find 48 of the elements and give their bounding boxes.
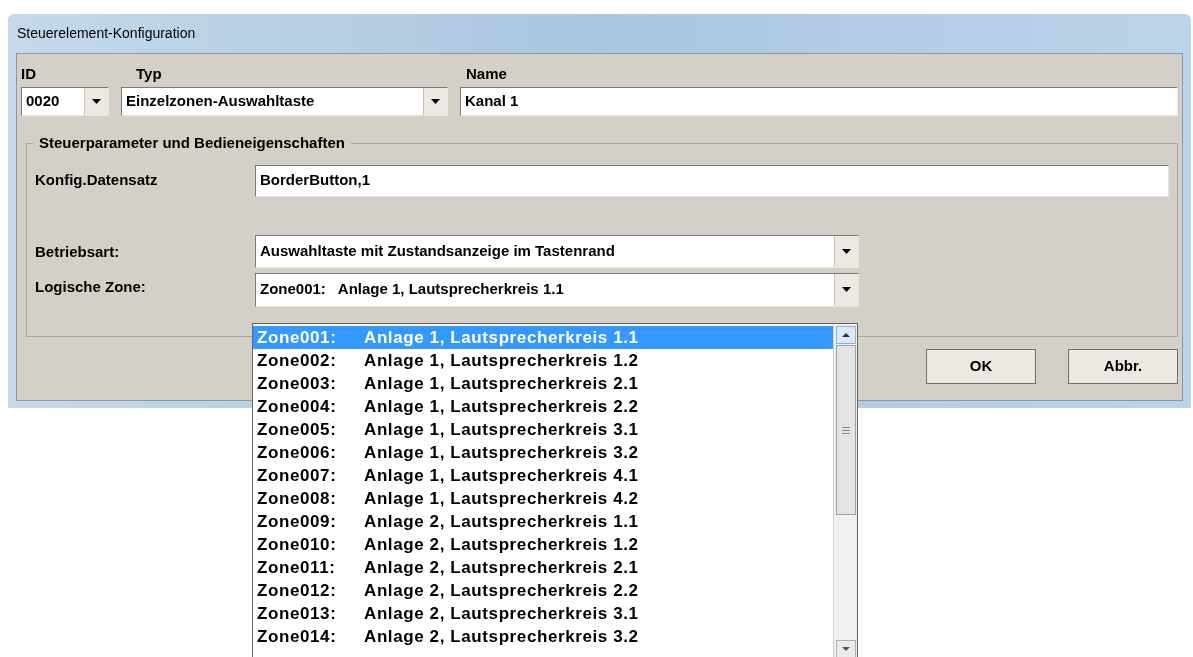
scrollbar[interactable] — [833, 324, 857, 657]
dropdown-arrow-button[interactable] — [423, 88, 447, 115]
config-input-field[interactable]: BorderButton,1 — [255, 164, 1169, 197]
up-arrow-icon — [841, 333, 850, 337]
dropdown-value: Zone001: Anlage 1, Lautsprecherkreis 1.1 — [260, 279, 564, 300]
zone-option[interactable]: Zone014: Anlage 2, Lautsprecherkreis 3.2 — [253, 625, 833, 648]
field-label: Betriebsart: — [35, 241, 121, 262]
field-label: Name — [466, 63, 507, 84]
field-label: Konfig.Datensatz — [35, 170, 159, 191]
zone-option[interactable]: Zone006: Anlage 1, Lautsprecherkreis 3.2 — [253, 441, 833, 464]
type-dropdown[interactable]: Einzelzonen-Auswahltaste — [121, 87, 448, 116]
zone-option[interactable]: Zone012: Anlage 2, Lautsprecherkreis 2.2 — [253, 579, 833, 602]
caret-icon — [92, 99, 101, 104]
scroll-up-button[interactable] — [835, 326, 856, 344]
zone-option[interactable]: Zone009: Anlage 2, Lautsprecherkreis 1.1 — [253, 510, 833, 533]
dropdown-value: 0020 — [26, 91, 60, 112]
zone-option[interactable]: Zone003: Anlage 1, Lautsprecherkreis 2.1 — [253, 372, 833, 395]
field-label: Typ — [136, 63, 163, 84]
zone-option[interactable]: Zone008: Anlage 1, Lautsprecherkreis 4.2 — [253, 487, 833, 510]
dialog-button[interactable]: OK — [926, 349, 1036, 384]
name-input-field[interactable]: Kanal 1 — [460, 87, 1178, 116]
caret-icon — [431, 99, 440, 104]
zone-option[interactable]: Zone010: Anlage 2, Lautsprecherkreis 1.2 — [253, 533, 833, 556]
scroll-down-button[interactable] — [835, 640, 856, 657]
id-dropdown[interactable]: 0020 — [21, 87, 109, 116]
caret-icon — [842, 287, 851, 292]
field-label: Logische Zone: — [35, 276, 147, 297]
zone-option[interactable]: Zone011: Anlage 2, Lautsprecherkreis 2.1 — [253, 556, 833, 579]
field-label: ID — [21, 63, 37, 84]
dropdown-arrow-button[interactable] — [834, 273, 858, 306]
grip-icon — [841, 426, 850, 434]
group-title: Steuerparameter und Bedieneigenschaften — [38, 133, 346, 153]
dialog-button[interactable]: Abbr. — [1068, 349, 1178, 384]
dropdown-value: Auswahltaste mit Zustandsanzeige im Tastenrand — [260, 240, 615, 261]
dropdown-arrow-button[interactable] — [834, 235, 858, 267]
zone-option[interactable]: Zone002: Anlage 1, Lautsprecherkreis 1.2 — [253, 349, 833, 372]
zone-option[interactable]: Zone007: Anlage 1, Lautsprecherkreis 4.1 — [253, 464, 833, 487]
caret-icon — [842, 248, 851, 254]
mode-dropdown[interactable]: Auswahltaste mit Zustandsanzeige im Tastenrand — [255, 234, 859, 268]
scroll-thumb[interactable] — [835, 345, 856, 515]
zone-option[interactable]: Zone005: Anlage 1, Lautsprecherkreis 3.1 — [253, 418, 833, 441]
dropdown-arrow-button[interactable] — [84, 88, 108, 115]
down-arrow-icon — [841, 647, 850, 651]
window-title: Steuerelement-Konfiguration — [16, 24, 196, 43]
zone-option[interactable]: Zone004: Anlage 1, Lautsprecherkreis 2.2 — [253, 395, 833, 418]
zone-option[interactable]: Zone013: Anlage 2, Lautsprecherkreis 3.1 — [253, 602, 833, 625]
zone-dropdown[interactable]: Zone001: Anlage 1, Lautsprecherkreis 1.1 — [255, 272, 859, 307]
dropdown-value: Einzelzonen-Auswahltaste — [126, 91, 315, 112]
